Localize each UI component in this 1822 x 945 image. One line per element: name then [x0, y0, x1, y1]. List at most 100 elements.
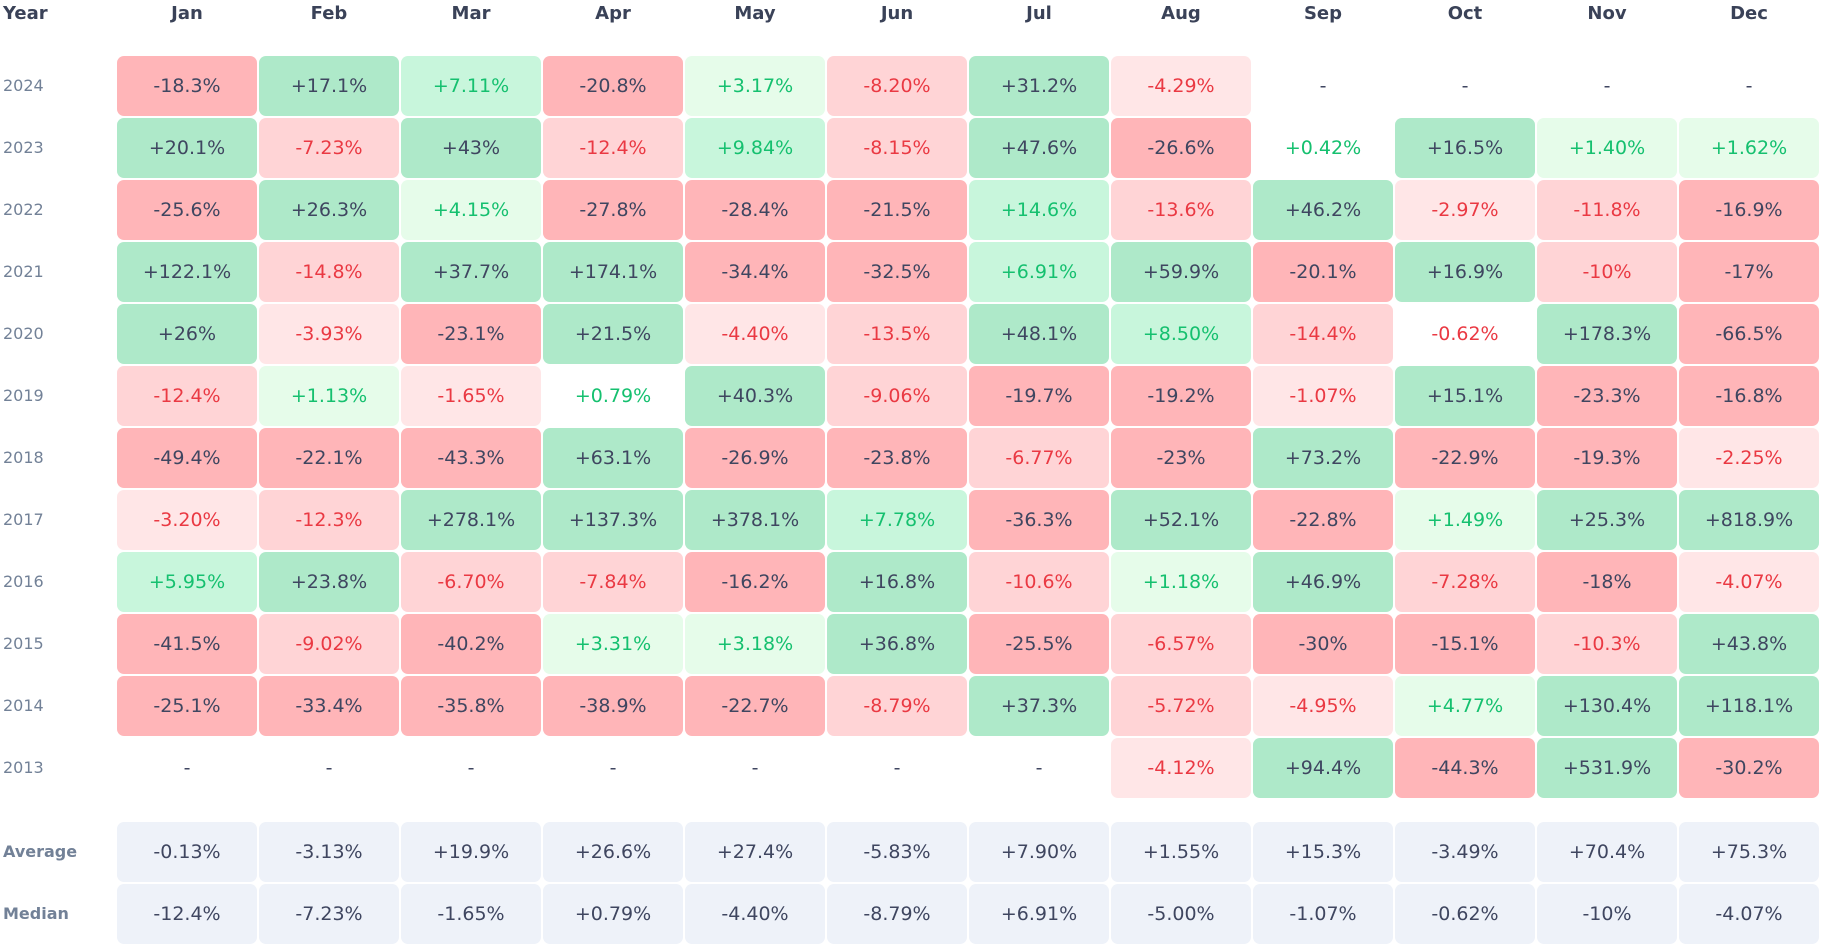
summary-cell-average: -5.83%: [827, 822, 967, 882]
year-label: 2014: [3, 696, 44, 715]
summary-cell-median: -4.07%: [1679, 884, 1819, 944]
heatmap-cell: +1.40%: [1537, 118, 1677, 178]
heatmap-cell: +1.62%: [1679, 118, 1819, 178]
heatmap-cell: +122.1%: [117, 242, 257, 302]
heatmap-cell: +25.3%: [1537, 490, 1677, 550]
heatmap-cell: -: [1461, 75, 1469, 97]
heatmap-cell: +3.31%: [543, 614, 683, 674]
heatmap-cell: +5.95%: [117, 552, 257, 612]
heatmap-cell: +16.8%: [827, 552, 967, 612]
month-header-may: May: [734, 3, 776, 24]
heatmap-cell: -33.4%: [259, 676, 399, 736]
heatmap-cell: -30%: [1253, 614, 1393, 674]
heatmap-cell: -10.6%: [969, 552, 1109, 612]
heatmap-cell: -43.3%: [401, 428, 541, 488]
summary-cell-median: -1.65%: [401, 884, 541, 944]
heatmap-cell: -32.5%: [827, 242, 967, 302]
summary-cell-median: -4.40%: [685, 884, 825, 944]
month-header-sep: Sep: [1303, 3, 1343, 24]
heatmap-cell: -40.2%: [401, 614, 541, 674]
heatmap-cell: -16.9%: [1679, 180, 1819, 240]
heatmap-cell: -44.3%: [1395, 738, 1535, 798]
year-label: 2023: [3, 138, 44, 157]
month-header-apr: Apr: [595, 3, 631, 24]
heatmap-cell: -: [183, 757, 191, 779]
year-label: 2013: [3, 758, 44, 777]
heatmap-cell: -: [751, 757, 759, 779]
year-label: 2021: [3, 262, 44, 281]
heatmap-cell: +137.3%: [543, 490, 683, 550]
heatmap-cell: -: [1319, 75, 1327, 97]
heatmap-cell: +36.8%: [827, 614, 967, 674]
heatmap-cell: -28.4%: [685, 180, 825, 240]
heatmap-cell: +23.8%: [259, 552, 399, 612]
heatmap-cell: +7.78%: [827, 490, 967, 550]
heatmap-cell: -14.4%: [1253, 304, 1393, 364]
month-header-oct: Oct: [1447, 3, 1483, 24]
year-label: 2016: [3, 572, 44, 591]
heatmap-cell: -22.8%: [1253, 490, 1393, 550]
heatmap-cell: +26.3%: [259, 180, 399, 240]
heatmap-cell: +46.2%: [1253, 180, 1393, 240]
heatmap-cell: -25.1%: [117, 676, 257, 736]
heatmap-cell: +52.1%: [1111, 490, 1251, 550]
heatmap-cell: -20.8%: [543, 56, 683, 116]
heatmap-cell: -4.40%: [685, 304, 825, 364]
month-header-jun: Jun: [880, 3, 914, 24]
heatmap-cell: +174.1%: [543, 242, 683, 302]
heatmap-cell: -41.5%: [117, 614, 257, 674]
heatmap-cell: -23.1%: [401, 304, 541, 364]
heatmap-cell: -6.57%: [1111, 614, 1251, 674]
heatmap-cell: -21.5%: [827, 180, 967, 240]
heatmap-cell: -22.9%: [1395, 428, 1535, 488]
heatmap-cell: +20.1%: [117, 118, 257, 178]
heatmap-cell: -19.3%: [1537, 428, 1677, 488]
heatmap-cell: +21.5%: [543, 304, 683, 364]
heatmap-cell: -16.2%: [685, 552, 825, 612]
heatmap-cell: +1.49%: [1395, 490, 1535, 550]
summary-cell-average: +75.3%: [1679, 822, 1819, 882]
heatmap-cell: +9.84%: [685, 118, 825, 178]
heatmap-cell: -: [467, 757, 475, 779]
heatmap-cell: +3.18%: [685, 614, 825, 674]
heatmap-cell: +0.79%: [574, 385, 652, 407]
heatmap-cell: -36.3%: [969, 490, 1109, 550]
heatmap-cell: -14.8%: [259, 242, 399, 302]
heatmap-cell: +48.1%: [969, 304, 1109, 364]
year-label: 2015: [3, 634, 44, 653]
heatmap-cell: +40.3%: [685, 366, 825, 426]
year-label: 2022: [3, 200, 44, 219]
heatmap-cell: +0.42%: [1284, 137, 1362, 159]
heatmap-cell: +4.15%: [401, 180, 541, 240]
summary-cell-average: +7.90%: [969, 822, 1109, 882]
month-header-dec: Dec: [1730, 3, 1768, 24]
summary-cell-median: -1.07%: [1253, 884, 1393, 944]
summary-cell-median: -8.79%: [827, 884, 967, 944]
heatmap-cell: +43.8%: [1679, 614, 1819, 674]
month-header-nov: Nov: [1587, 3, 1627, 24]
heatmap-cell: +178.3%: [1537, 304, 1677, 364]
heatmap-cell: +531.9%: [1537, 738, 1677, 798]
year-label: 2018: [3, 448, 44, 467]
heatmap-cell: -2.97%: [1395, 180, 1535, 240]
heatmap-cell: -8.20%: [827, 56, 967, 116]
summary-cell-average: -0.13%: [117, 822, 257, 882]
summary-cell-average: -3.49%: [1395, 822, 1535, 882]
summary-cell-median: -7.23%: [259, 884, 399, 944]
summary-label-median: Median: [3, 904, 69, 923]
year-column-header: Year: [3, 3, 48, 24]
month-header-mar: Mar: [451, 3, 491, 24]
heatmap-cell: -12.4%: [543, 118, 683, 178]
month-header-jan: Jan: [171, 3, 203, 24]
heatmap-cell: +73.2%: [1253, 428, 1393, 488]
heatmap-cell: +3.17%: [685, 56, 825, 116]
month-header-feb: Feb: [310, 3, 348, 24]
heatmap-cell: +1.18%: [1111, 552, 1251, 612]
heatmap-cell: -66.5%: [1679, 304, 1819, 364]
heatmap-cell: -12.3%: [259, 490, 399, 550]
heatmap-cell: -23%: [1111, 428, 1251, 488]
year-label: 2020: [3, 324, 44, 343]
heatmap-cell: -26.9%: [685, 428, 825, 488]
heatmap-cell: -11.8%: [1537, 180, 1677, 240]
heatmap-cell: -: [1603, 75, 1611, 97]
